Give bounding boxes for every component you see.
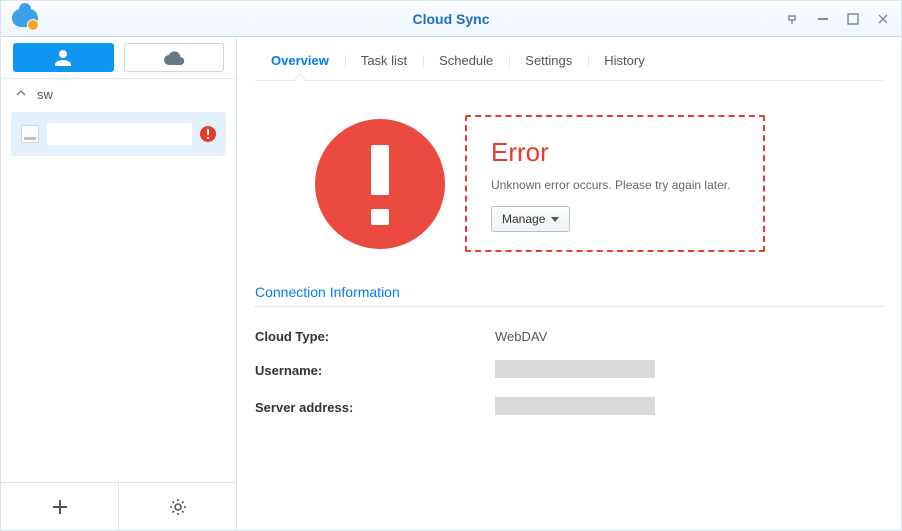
sidebar-footer (1, 482, 236, 530)
redacted-value (495, 360, 655, 378)
info-label: Username: (255, 363, 495, 378)
info-value-server (495, 397, 655, 418)
error-icon (315, 119, 445, 249)
info-row-cloud-type: Cloud Type: WebDAV (255, 321, 883, 352)
info-row-username: Username: (255, 352, 883, 389)
tab-settings[interactable]: Settings (509, 43, 588, 80)
maximize-button[interactable] (845, 11, 861, 27)
error-badge-icon (200, 126, 216, 142)
tab-overview[interactable]: Overview (255, 43, 345, 80)
app-body: sw (1, 37, 901, 530)
main-panel: Overview Task list Schedule Settings His… (237, 37, 901, 530)
settings-button[interactable] (118, 483, 236, 530)
close-button[interactable] (875, 11, 891, 27)
pin-icon[interactable] (785, 11, 801, 27)
sidebar-view-cloud[interactable] (124, 43, 225, 72)
manage-button[interactable]: Manage (491, 206, 570, 232)
error-section: Error Unknown error occurs. Please try a… (255, 81, 883, 276)
error-message: Unknown error occurs. Please try again l… (491, 178, 739, 192)
titlebar: Cloud Sync (1, 1, 901, 37)
tab-label: Overview (271, 53, 329, 68)
sidebar-view-users[interactable] (13, 43, 114, 72)
tabs: Overview Task list Schedule Settings His… (255, 37, 883, 81)
tab-label: History (604, 53, 644, 68)
server-icon (21, 125, 39, 143)
connection-section-title: Connection Information (255, 276, 883, 307)
tab-schedule[interactable]: Schedule (423, 43, 509, 80)
sidebar-view-toggle (1, 37, 236, 79)
tab-label: Task list (361, 53, 407, 68)
chevron-up-icon (15, 87, 27, 102)
sidebar-item-name (47, 123, 192, 145)
app-icon (11, 5, 39, 33)
window-controls (785, 11, 891, 27)
tab-label: Settings (525, 53, 572, 68)
tab-tasklist[interactable]: Task list (345, 43, 423, 80)
tab-label: Schedule (439, 53, 493, 68)
error-title: Error (491, 137, 739, 168)
tab-history[interactable]: History (588, 43, 660, 80)
caret-down-icon (551, 217, 559, 222)
manage-button-label: Manage (502, 212, 545, 226)
sidebar-group-toggle[interactable]: sw (1, 79, 236, 110)
tab-content: Error Unknown error occurs. Please try a… (255, 81, 883, 514)
info-row-server: Server address: (255, 389, 883, 426)
info-label: Cloud Type: (255, 329, 495, 344)
redacted-value (495, 397, 655, 415)
info-value-username (495, 360, 655, 381)
info-label: Server address: (255, 400, 495, 415)
app-window: Cloud Sync (0, 0, 902, 531)
error-message-box: Error Unknown error occurs. Please try a… (465, 115, 765, 252)
minimize-button[interactable] (815, 11, 831, 27)
add-connection-button[interactable] (1, 483, 118, 530)
sidebar: sw (1, 37, 237, 530)
sidebar-connection-item[interactable] (11, 112, 226, 156)
window-title: Cloud Sync (1, 11, 901, 27)
info-value-cloud-type: WebDAV (495, 329, 547, 344)
sidebar-group-label: sw (37, 87, 53, 102)
